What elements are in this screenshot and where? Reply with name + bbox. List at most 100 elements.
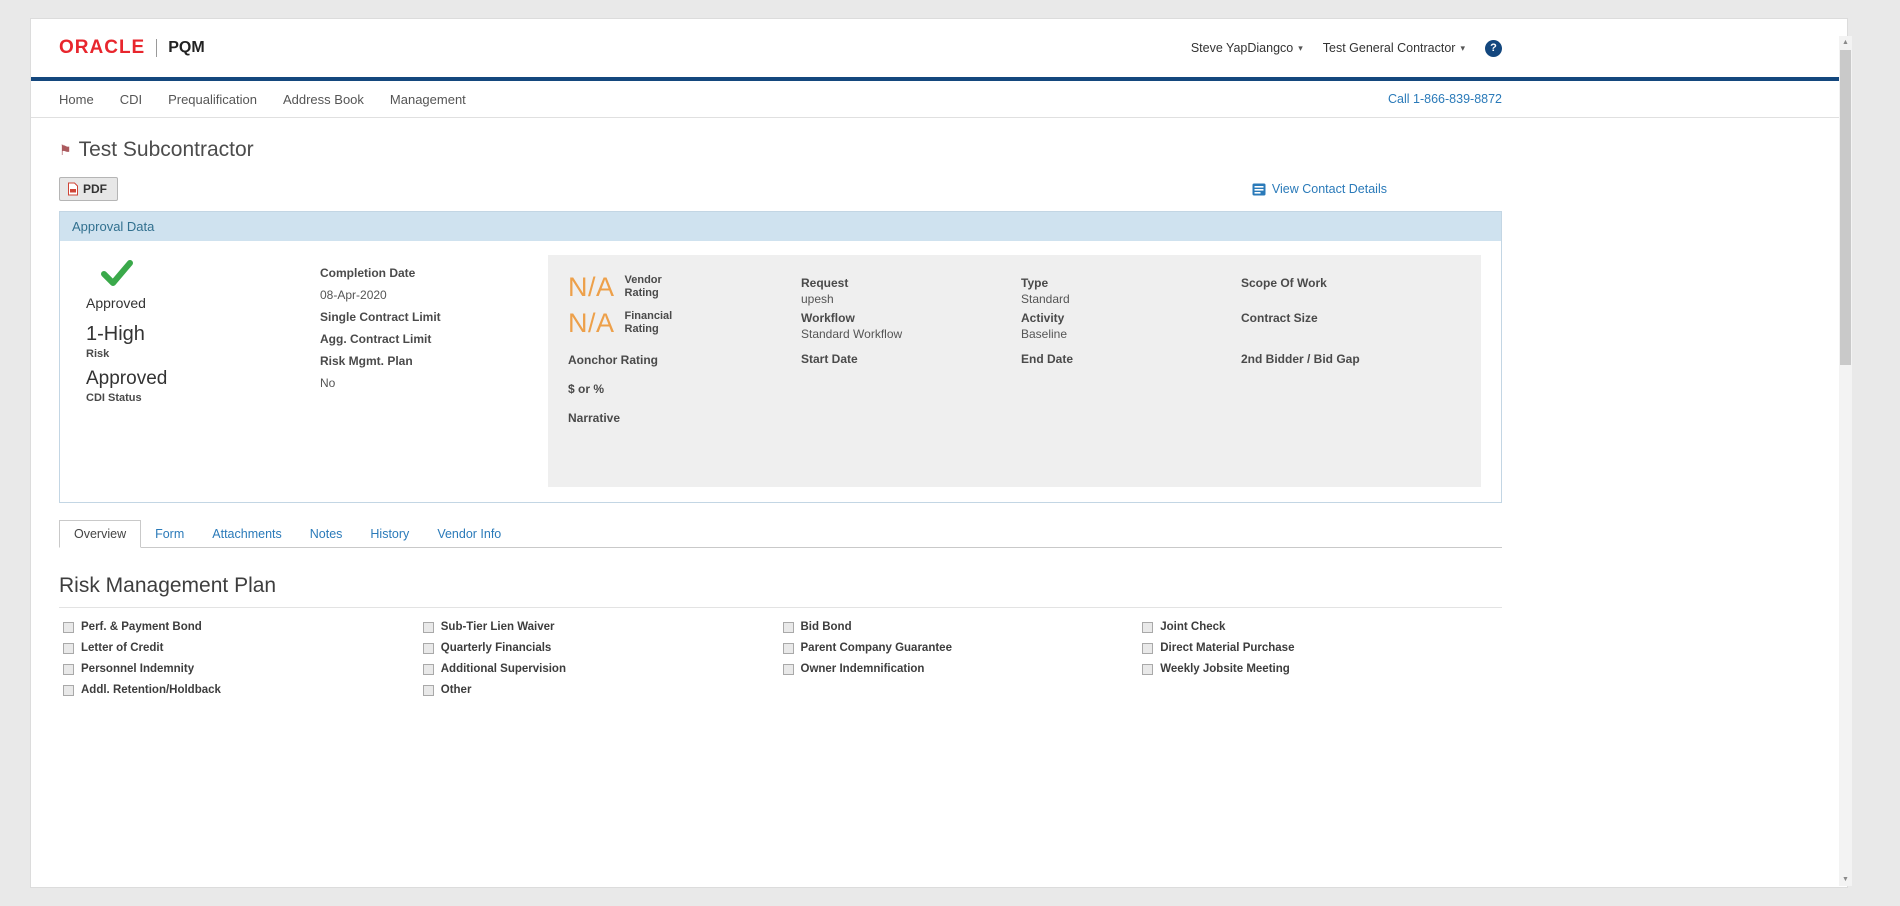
risk-plan-checkbox-grid: Perf. & Payment Bond Letter of Credit Pe… [59,621,1502,705]
other-checkbox[interactable] [423,685,434,696]
checkbox-label: Bid Bond [801,621,852,633]
view-contact-details-link[interactable]: View Contact Details [1252,182,1387,196]
header-right: Steve YapDiangco ▾ Test General Contract… [1191,40,1502,57]
letter-of-credit-checkbox[interactable] [63,643,74,654]
checkbox-item-additional-supervision[interactable]: Additional Supervision [423,663,783,675]
agg-contract-limit-label: Agg. Contract Limit [320,331,441,347]
tab-overview[interactable]: Overview [59,520,141,548]
vertical-scrollbar[interactable]: ▲ ▼ [1839,36,1852,886]
checkbox-item-personnel-indemnity[interactable]: Personnel Indemnity [63,663,423,675]
sub-tier-lien-waiver-checkbox[interactable] [423,622,434,633]
approval-panel-header: Approval Data [60,212,1501,241]
personnel-indemnity-checkbox[interactable] [63,664,74,675]
caret-down-icon: ▾ [1298,43,1303,54]
checkbox-label: Addl. Retention/Holdback [81,684,221,696]
contact-card-icon [1252,183,1266,196]
checkbox-item-other[interactable]: Other [423,684,783,696]
approval-status-column: Approved 1-High Risk Approved CDI Status [86,259,167,404]
additional-supervision-checkbox[interactable] [423,664,434,675]
scope-of-work-label: Scope Of Work [1241,275,1360,291]
checkbox-item-owner-indemnification[interactable]: Owner Indemnification [783,663,1143,675]
quarterly-financials-checkbox[interactable] [423,643,434,654]
main-card: ORACLE PQM Steve YapDiangco ▾ Test Gener… [30,18,1848,888]
scroll-down-button[interactable]: ▼ [1839,873,1852,886]
workflow-value: Standard Workflow [801,326,902,342]
nav-item-home[interactable]: Home [59,92,94,107]
nav-item-address-book[interactable]: Address Book [283,92,364,107]
cdi-status-label: CDI Status [86,392,167,404]
account-menu[interactable]: Test General Contractor ▾ [1323,41,1465,55]
checkbox-item-joint-check[interactable]: Joint Check [1142,621,1502,633]
nav-item-management[interactable]: Management [390,92,466,107]
risk-plan-title: Risk Management Plan [59,574,1502,608]
checkbox-label: Letter of Credit [81,642,163,654]
checkbox-column-2: Sub-Tier Lien Waiver Quarterly Financial… [423,621,783,705]
caret-down-icon: ▾ [1460,43,1465,54]
dollar-or-percent-label: $ or % [568,381,677,397]
vendor-rating-value: N/A [568,272,615,303]
tab-notes[interactable]: Notes [296,521,357,547]
ratings-box: N/A Vendor Rating N/A Financial Rating A… [548,255,1481,487]
addl-retention-holdback-checkbox[interactable] [63,685,74,696]
checkbox-label: Additional Supervision [441,663,566,675]
bid-gap-label: 2nd Bidder / Bid Gap [1241,351,1360,367]
vendor-rating-row: N/A Vendor Rating [568,271,677,303]
user-menu[interactable]: Steve YapDiangco ▾ [1191,41,1303,55]
checkbox-item-addl-retention-holdback[interactable]: Addl. Retention/Holdback [63,684,423,696]
help-icon[interactable]: ? [1485,40,1502,57]
checkbox-item-quarterly-financials[interactable]: Quarterly Financials [423,642,783,654]
checkbox-label: Direct Material Purchase [1160,642,1294,654]
pdf-button-label: PDF [83,182,107,196]
completion-date-value: 08-Apr-2020 [320,287,441,303]
main-nav-inner: Home CDI Prequalification Address Book M… [59,92,1502,107]
checkbox-item-weekly-jobsite-meeting[interactable]: Weekly Jobsite Meeting [1142,663,1502,675]
checkbox-label: Parent Company Guarantee [801,642,952,654]
pdf-file-icon [67,182,79,196]
approved-check-icon [100,259,134,287]
parent-company-guarantee-checkbox[interactable] [783,643,794,654]
tab-vendor-info[interactable]: Vendor Info [423,521,515,547]
checkbox-item-direct-material-purchase[interactable]: Direct Material Purchase [1142,642,1502,654]
approval-status-value: Approved [86,295,167,311]
flag-icon: ⚑ [59,142,72,159]
phone-link[interactable]: Call 1-866-839-8872 [1388,92,1502,106]
checkbox-item-parent-company-guarantee[interactable]: Parent Company Guarantee [783,642,1143,654]
checkbox-item-sub-tier-lien-waiver[interactable]: Sub-Tier Lien Waiver [423,621,783,633]
app-header-inner: ORACLE PQM Steve YapDiangco ▾ Test Gener… [59,37,1502,59]
checkbox-label: Personnel Indemnity [81,663,194,675]
nav-item-prequalification[interactable]: Prequalification [168,92,257,107]
scrollbar-thumb[interactable] [1840,50,1851,365]
joint-check-checkbox[interactable] [1142,622,1153,633]
weekly-jobsite-meeting-checkbox[interactable] [1142,664,1153,675]
tab-form[interactable]: Form [141,521,198,547]
checkbox-item-perf-payment-bond[interactable]: Perf. & Payment Bond [63,621,423,633]
contract-size-label: Contract Size [1241,310,1360,326]
perf-payment-bond-checkbox[interactable] [63,622,74,633]
direct-material-purchase-checkbox[interactable] [1142,643,1153,654]
request-value: upesh [801,291,902,307]
scroll-up-button[interactable]: ▲ [1839,36,1852,49]
activity-value: Baseline [1021,326,1073,342]
app-header: ORACLE PQM Steve YapDiangco ▾ Test Gener… [31,19,1847,77]
checkbox-item-bid-bond[interactable]: Bid Bond [783,621,1143,633]
user-menu-label: Steve YapDiangco [1191,41,1293,55]
type-value: Standard [1021,291,1073,307]
checkbox-label: Quarterly Financials [441,642,552,654]
vendor-rating-label: Vendor Rating [625,274,677,300]
owner-indemnification-checkbox[interactable] [783,664,794,675]
approval-data-panel: Approval Data Approved 1-High Risk Appro… [59,211,1502,503]
tab-attachments[interactable]: Attachments [198,521,295,547]
risk-mgmt-plan-label: Risk Mgmt. Plan [320,353,441,369]
details-column-1: Request upesh Workflow Standard Workflow… [801,275,902,386]
account-menu-label: Test General Contractor [1323,41,1456,55]
page-title: Test Subcontractor [79,138,254,162]
risk-mgmt-plan-value: No [320,375,441,391]
nav-item-cdi[interactable]: CDI [120,92,142,107]
bid-bond-checkbox[interactable] [783,622,794,633]
pdf-button[interactable]: PDF [59,177,118,201]
workflow-label: Workflow [801,310,902,326]
financial-rating-label: Financial Rating [625,310,677,336]
checkbox-item-letter-of-credit[interactable]: Letter of Credit [63,642,423,654]
tab-history[interactable]: History [356,521,423,547]
checkbox-label: Perf. & Payment Bond [81,621,202,633]
